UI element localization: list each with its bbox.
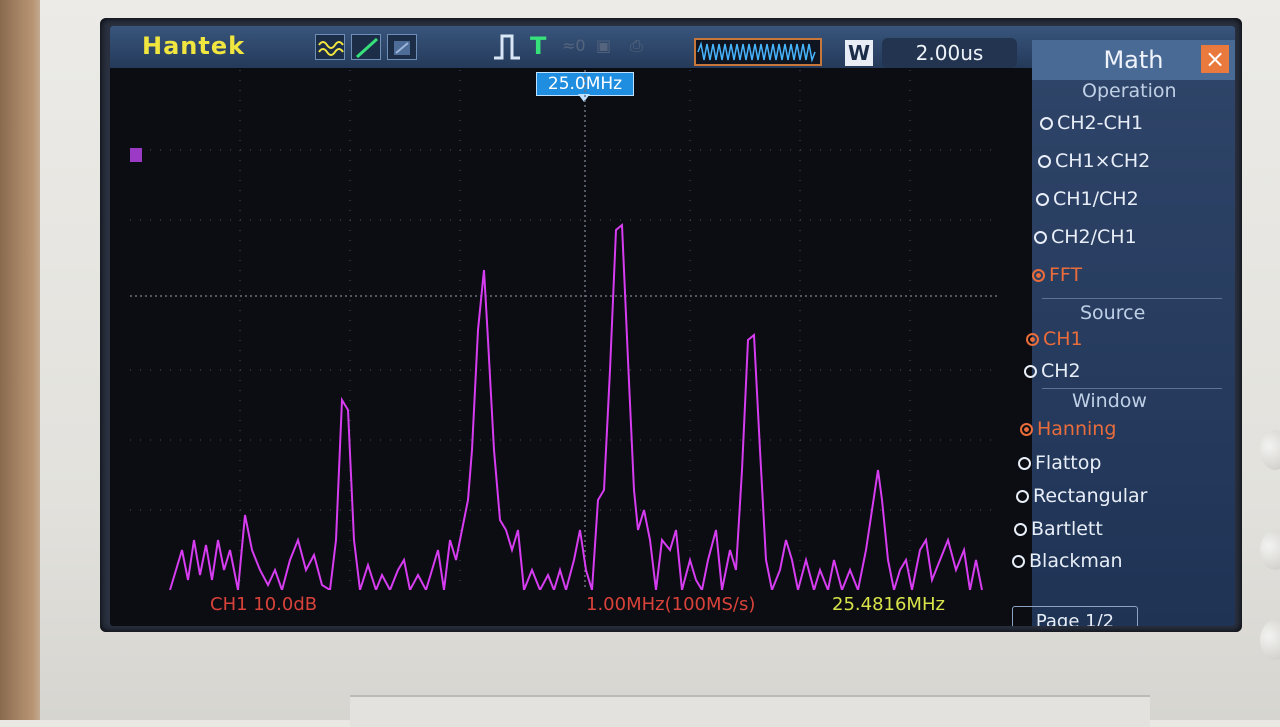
close-icon[interactable]: × [1201,45,1229,73]
frequency-per-div-readout: 1.00MHz(100MS/s) [586,594,756,615]
graticule-center-axes [130,70,1000,590]
radio-icon [1034,231,1047,244]
coupling-icon: ≈0 [562,36,586,55]
source-group-title: Source [1080,302,1146,324]
bezel-knob[interactable] [1260,530,1280,570]
radio-icon [1040,117,1053,130]
option-source-ch2[interactable]: CH2 [1024,360,1081,382]
fft-spectrum-plot [130,70,1000,590]
waveform-display-icon[interactable] [315,34,345,60]
option-source-ch1[interactable]: CH1 [1026,328,1083,350]
separator [1042,388,1222,389]
brand-logo: Hantek [142,32,246,60]
option-label: Hanning [1037,418,1117,440]
front-panel-bottom [350,695,1150,727]
option-label: Blackman [1029,550,1123,572]
operation-group-title: Operation [1082,80,1177,102]
radio-selected-icon [1020,423,1033,436]
option-ch2-minus-ch1[interactable]: CH2-CH1 [1040,112,1143,134]
cursor-frequency-readout: 25.4816MHz [832,594,945,615]
radio-icon [1024,365,1037,378]
option-bartlett[interactable]: Bartlett [1014,518,1103,540]
bezel-knob[interactable] [1260,620,1280,660]
option-label: CH1 [1043,328,1083,350]
page-button[interactable]: Page 1/2 [1012,606,1138,626]
option-label: CH1×CH2 [1055,150,1151,172]
option-fft[interactable]: FFT [1032,264,1082,286]
menu-title-text: Math [1103,46,1164,74]
timebase-readout: 2.00us [882,38,1017,68]
option-ch1-times-ch2[interactable]: CH1×CH2 [1038,150,1150,172]
persistence-icon[interactable] [387,34,417,60]
save-icon: ▣ [596,36,612,55]
option-rectangular[interactable]: Rectangular [1016,485,1147,507]
option-label: FFT [1049,264,1083,286]
channel-marker [130,148,142,162]
option-ch1-div-ch2[interactable]: CH1/CH2 [1036,188,1139,210]
radio-icon [1036,193,1049,206]
option-flattop[interactable]: Flattop [1018,452,1101,474]
radio-icon [1038,155,1051,168]
graticule [130,70,1000,590]
option-label: CH2/CH1 [1051,226,1137,248]
option-label: CH2 [1041,360,1081,382]
window-group-title: Window [1072,390,1147,412]
option-label: Rectangular [1033,485,1148,507]
radio-icon [1016,490,1029,503]
vector-mode-icon[interactable] [351,34,381,60]
fft-trace [169,222,983,590]
option-blackman[interactable]: Blackman [1012,550,1123,572]
option-label: Bartlett [1031,518,1103,540]
option-ch2-div-ch1[interactable]: CH2/CH1 [1034,226,1137,248]
channel-scale-readout: CH1 10.0dB [210,594,318,615]
trigger-status: T [530,32,547,60]
memory-waveform-indicator [694,38,822,66]
oscilloscope-screen: Hantek T ≈0 ▣ ⎙ W 2.00us 25.0MHz CH1 10.… [110,26,1235,626]
option-label: CH1/CH2 [1053,188,1139,210]
menu-title: Math × [1032,40,1235,80]
radio-icon [1012,555,1025,568]
option-hanning[interactable]: Hanning [1020,418,1116,440]
radio-icon [1014,523,1027,536]
window-zoom-button[interactable]: W [845,40,873,66]
separator [1042,298,1222,299]
option-label: Flattop [1035,452,1102,474]
option-label: CH2-CH1 [1057,112,1144,134]
radio-selected-icon [1026,333,1039,346]
bezel-knob[interactable] [1260,430,1280,470]
trigger-edge-icon [492,30,522,68]
math-menu-panel: Math × Operation CH2-CH1 CH1×CH2 CH1/CH2… [1012,40,1235,626]
print-icon: ⎙ [630,36,643,55]
radio-selected-icon [1032,269,1045,282]
radio-icon [1018,457,1031,470]
